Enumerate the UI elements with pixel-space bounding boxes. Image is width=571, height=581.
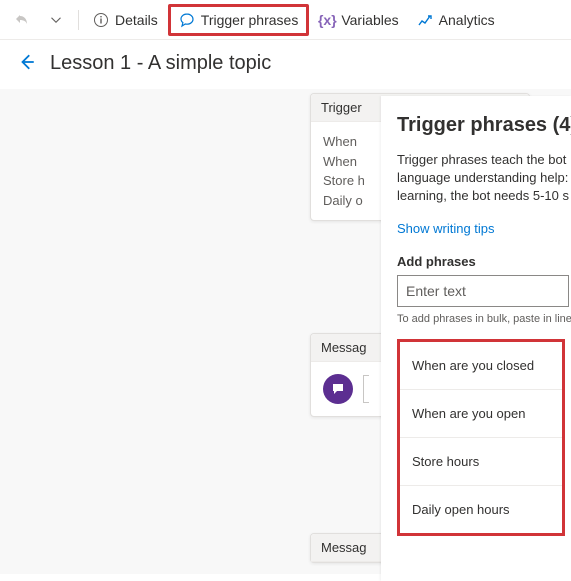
back-button[interactable] [18, 53, 36, 74]
undo-icon [14, 12, 30, 28]
panel-description: Trigger phrases teach the bot language u… [397, 151, 571, 206]
add-phrase-input[interactable] [406, 283, 560, 299]
trigger-phrases-button[interactable]: Trigger phrases [168, 4, 310, 36]
bulk-hint: To add phrases in bulk, paste in line-se… [397, 313, 571, 325]
writing-tips-link[interactable]: Show writing tips [397, 221, 495, 236]
trigger-phrases-label: Trigger phrases [201, 12, 299, 28]
phrase-item[interactable]: When are you closed [400, 342, 562, 390]
message-input-stub [363, 375, 369, 403]
trigger-phrases-panel: Trigger phrases (4) Trigger phrases teac… [381, 96, 571, 581]
phrase-item[interactable]: Store hours [400, 438, 562, 486]
history-dropdown[interactable] [40, 4, 72, 36]
details-button[interactable]: Details [85, 4, 166, 36]
panel-title: Trigger phrases (4) [397, 114, 571, 137]
add-phrases-label: Add phrases [397, 254, 571, 269]
details-label: Details [115, 12, 158, 28]
analytics-button[interactable]: Analytics [409, 4, 503, 36]
phrase-item[interactable]: When are you open [400, 390, 562, 438]
undo-button [6, 4, 38, 36]
comment-icon [179, 12, 195, 28]
phrase-list: When are you closed When are you open St… [397, 339, 565, 536]
info-icon [93, 12, 109, 28]
separator [78, 10, 79, 30]
chat-icon [323, 374, 353, 404]
variables-label: Variables [341, 12, 398, 28]
analytics-label: Analytics [439, 12, 495, 28]
add-phrase-input-wrap[interactable] [397, 275, 569, 307]
chevron-down-icon [48, 12, 64, 28]
variables-icon: {x} [319, 12, 335, 28]
phrase-item[interactable]: Daily open hours [400, 486, 562, 533]
analytics-icon [417, 12, 433, 28]
page-title: Lesson 1 - A simple topic [50, 52, 271, 75]
variables-button[interactable]: {x} Variables [311, 4, 406, 36]
